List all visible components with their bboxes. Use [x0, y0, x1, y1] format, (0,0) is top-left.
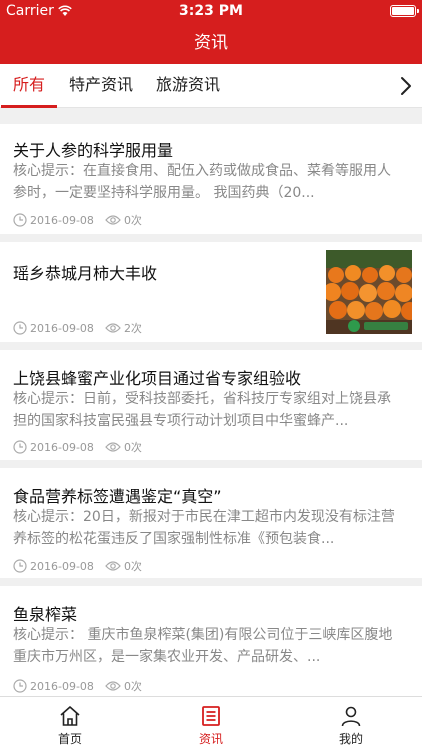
category-tabs: 所有 特产资讯 旅游资讯	[0, 64, 422, 108]
clock-icon	[13, 679, 27, 693]
bottom-tab-bar: 首页 资讯 我的	[0, 696, 422, 750]
eye-icon	[105, 215, 121, 225]
home-icon	[60, 706, 80, 726]
battery-icon	[390, 5, 419, 17]
article-date: 2016-09-08	[30, 679, 94, 693]
tab-travel-news[interactable]: 旅游资讯	[156, 64, 220, 108]
article-card[interactable]: 食品营养标签遭遇鉴定“真空” 核心提示：20日，新报对于市民在津工超市内发现没有…	[0, 468, 422, 578]
tab-home[interactable]: 首页	[30, 697, 110, 750]
clock-icon	[13, 559, 27, 573]
article-card[interactable]: 鱼泉榨菜 核心提示： 重庆市鱼泉榨菜(集团)有限公司位于三峡库区腹地 重庆市万州…	[0, 586, 422, 696]
article-list: 关于人参的科学服用量 核心提示：在直接食用、配伍入药或做成食品、菜肴等服用人 参…	[0, 116, 422, 696]
article-summary: 核心提示：20日，新报对于市民在津工超市内发现没有标注营 养标签的松花蛋违反了国…	[13, 509, 395, 547]
clock-icon	[13, 321, 27, 335]
article-title: 鱼泉榨菜	[13, 605, 78, 624]
article-date: 2016-09-08	[30, 213, 94, 227]
article-date: 2016-09-08	[30, 321, 94, 335]
article-summary: 核心提示：在直接食用、配伍入药或做成食品、菜肴等服用人 参时，一定要坚持科学服用…	[13, 163, 391, 201]
article-summary: 核心提示：日前，受科技部委托，省科技厅专家组对上饶县承 担的国家科技富民强县专项…	[13, 391, 391, 429]
clock-icon	[13, 440, 27, 454]
nav-bar: 资讯	[0, 22, 422, 64]
eye-icon	[105, 442, 121, 452]
article-summary: 核心提示： 重庆市鱼泉榨菜(集团)有限公司位于三峡库区腹地 重庆市万州区，是一家…	[13, 627, 393, 665]
article-meta: 2016-09-08 0次	[13, 439, 142, 455]
article-title: 食品营养标签遭遇鉴定“真空”	[13, 487, 222, 506]
article-meta: 2016-09-08 2次	[13, 320, 142, 336]
article-date: 2016-09-08	[30, 440, 94, 454]
persimmon-thumbnail	[326, 250, 412, 334]
article-meta: 2016-09-08 0次	[13, 212, 142, 228]
article-title: 关于人参的科学服用量	[13, 141, 174, 160]
tab-mine[interactable]: 我的	[311, 697, 391, 750]
status-bar: Carrier 3:23 PM	[0, 0, 422, 22]
user-icon	[341, 706, 361, 727]
clock-icon	[13, 213, 27, 227]
article-title: 瑶乡恭城月柿大丰收	[13, 264, 158, 283]
article-card[interactable]: 上饶县蜂蜜产业化项目通过省专家组验收 核心提示：日前，受科技部委托，省科技厅专家…	[0, 350, 422, 460]
article-views: 0次	[123, 441, 142, 454]
article-card[interactable]: 关于人参的科学服用量 核心提示：在直接食用、配伍入药或做成食品、菜肴等服用人 参…	[0, 124, 422, 234]
article-views: 0次	[123, 214, 142, 227]
page-title: 资讯	[194, 33, 228, 53]
article-date: 2016-09-08	[30, 559, 94, 573]
article-meta: 2016-09-08 0次	[13, 678, 142, 694]
article-views: 0次	[123, 560, 142, 573]
news-icon	[202, 706, 220, 726]
eye-icon	[105, 323, 121, 333]
tab-news[interactable]: 资讯	[171, 697, 251, 750]
tab-all[interactable]: 所有	[0, 64, 58, 108]
eye-icon	[105, 681, 121, 691]
tab-specialty-news[interactable]: 特产资讯	[69, 64, 133, 108]
article-meta: 2016-09-08 0次	[13, 558, 142, 574]
status-time: 3:23 PM	[179, 3, 243, 19]
tab-home-label: 首页	[57, 732, 82, 746]
article-card[interactable]: 瑶乡恭城月柿大丰收 2016-09-08 2次	[0, 242, 422, 342]
article-views: 2次	[123, 322, 142, 335]
article-title: 上饶县蜂蜜产业化项目通过省专家组验收	[13, 369, 302, 388]
tab-news-label: 资讯	[198, 732, 223, 746]
eye-icon	[105, 561, 121, 571]
chevron-right-icon[interactable]	[398, 76, 414, 96]
article-views: 0次	[123, 680, 142, 693]
tab-mine-label: 我的	[338, 732, 363, 746]
